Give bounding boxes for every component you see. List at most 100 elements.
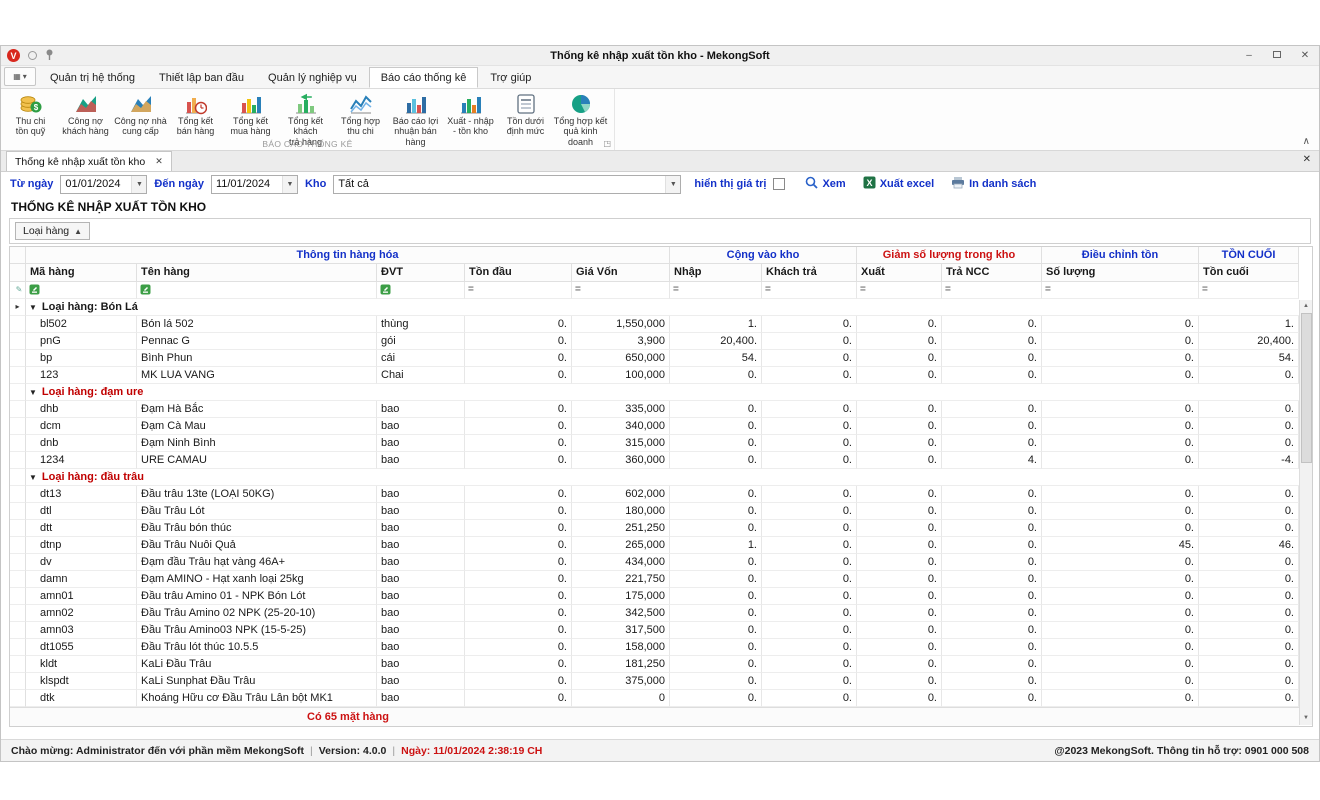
cell[interactable]: 0. <box>942 333 1042 350</box>
cell[interactable]: URE CAMAU <box>137 452 377 469</box>
cell[interactable]: 0. <box>1199 605 1299 622</box>
cell[interactable]: 0. <box>1199 520 1299 537</box>
cell[interactable]: 0. <box>465 503 572 520</box>
document-tab[interactable]: Thống kê nhập xuất tồn kho ✕ <box>6 151 172 171</box>
cell[interactable]: Đầu trâu Amino 01 - NPK Bón Lót <box>137 588 377 605</box>
cell[interactable]: 0. <box>942 571 1042 588</box>
cell[interactable]: 0. <box>857 622 942 639</box>
filter-cell[interactable]: = <box>572 282 670 299</box>
cell[interactable]: 0. <box>762 571 857 588</box>
column-header-cell[interactable]: Giá Vốn <box>572 264 670 282</box>
cell[interactable]: 0. <box>670 452 762 469</box>
cell[interactable]: dv <box>26 554 137 571</box>
cell[interactable]: dt13 <box>26 486 137 503</box>
cell[interactable]: 0. <box>857 639 942 656</box>
cell[interactable]: 0. <box>857 316 942 333</box>
cell[interactable]: 0. <box>465 690 572 707</box>
cell[interactable]: 0. <box>670 367 762 384</box>
cell[interactable]: 0. <box>1042 588 1199 605</box>
cell[interactable]: 123 <box>26 367 137 384</box>
cell[interactable]: 0. <box>942 367 1042 384</box>
scroll-up-icon[interactable]: ▲ <box>1303 300 1309 313</box>
cell[interactable]: 0. <box>857 554 942 571</box>
ribbon-collapse-button[interactable]: ∧ <box>1303 136 1310 147</box>
tabbar-close-button[interactable]: ✕ <box>1303 154 1311 165</box>
collapse-triangle-icon[interactable]: ▼ <box>29 388 37 397</box>
cell[interactable]: 0. <box>465 435 572 452</box>
cell[interactable]: 340,000 <box>572 418 670 435</box>
cell[interactable]: Chai <box>377 367 465 384</box>
cell[interactable]: 0. <box>857 571 942 588</box>
view-button[interactable]: Xem <box>800 176 850 192</box>
cell[interactable]: bao <box>377 554 465 571</box>
cell[interactable]: 175,000 <box>572 588 670 605</box>
table-row[interactable]: dt1055Đầu Trâu lót thúc 10.5.5bao0.158,0… <box>10 639 1299 656</box>
cell[interactable]: 0. <box>942 673 1042 690</box>
cell[interactable]: 46. <box>1199 537 1299 554</box>
cell[interactable]: bl502 <box>26 316 137 333</box>
cell[interactable]: 0. <box>1042 520 1199 537</box>
cell[interactable]: 0. <box>857 503 942 520</box>
cell[interactable]: 0. <box>1199 554 1299 571</box>
cell[interactable]: 0. <box>762 486 857 503</box>
cell[interactable]: MK LUA VANG <box>137 367 377 384</box>
cell[interactable]: 0. <box>762 605 857 622</box>
cell[interactable]: 0. <box>1042 690 1199 707</box>
column-header-cell[interactable]: Trả NCC <box>942 264 1042 282</box>
column-header-cell[interactable]: Mã hàng <box>26 264 137 282</box>
cell[interactable]: 335,000 <box>572 401 670 418</box>
cell[interactable]: 0. <box>1199 435 1299 452</box>
cell[interactable]: 0. <box>857 588 942 605</box>
filter-cell[interactable]: = <box>1042 282 1199 299</box>
cell[interactable]: bao <box>377 605 465 622</box>
cell[interactable]: dtt <box>26 520 137 537</box>
cell[interactable]: Bón lá 502 <box>137 316 377 333</box>
cell[interactable]: 0. <box>1042 435 1199 452</box>
cell[interactable]: Đầu Trâu Nuôi Quả <box>137 537 377 554</box>
print-list-button[interactable]: In danh sách <box>946 176 1041 192</box>
cell[interactable]: 1,550,000 <box>572 316 670 333</box>
cell[interactable]: 0. <box>762 690 857 707</box>
chevron-down-icon[interactable]: ▼ <box>665 176 680 193</box>
cell[interactable]: 0. <box>1042 452 1199 469</box>
cell[interactable]: 0. <box>762 673 857 690</box>
cell[interactable]: 0. <box>857 520 942 537</box>
cell[interactable]: 0. <box>762 435 857 452</box>
cell[interactable]: 0. <box>762 418 857 435</box>
cell[interactable]: Pennac G <box>137 333 377 350</box>
cell[interactable]: bp <box>26 350 137 367</box>
cell[interactable]: 0. <box>465 418 572 435</box>
cell[interactable]: 0. <box>942 690 1042 707</box>
cell[interactable]: 0. <box>670 554 762 571</box>
cell[interactable]: 317,500 <box>572 622 670 639</box>
filter-cell[interactable]: = <box>1199 282 1299 299</box>
cell[interactable]: cái <box>377 350 465 367</box>
column-header-cell[interactable]: Khách trả <box>762 264 857 282</box>
cell[interactable]: bao <box>377 690 465 707</box>
cell[interactable]: 602,000 <box>572 486 670 503</box>
cell[interactable]: 20,400. <box>670 333 762 350</box>
cell[interactable]: 0. <box>670 639 762 656</box>
cell[interactable]: 0. <box>1042 656 1199 673</box>
vertical-scrollbar[interactable]: ▲ ▼ <box>1299 300 1312 725</box>
filter-cell[interactable]: = <box>762 282 857 299</box>
cell[interactable]: bao <box>377 418 465 435</box>
cell[interactable]: 221,750 <box>572 571 670 588</box>
ribbon-tab[interactable]: Trợ giúp <box>478 67 543 88</box>
column-header-cell[interactable]: Tồn cuối <box>1199 264 1299 282</box>
cell[interactable]: thùng <box>377 316 465 333</box>
cell[interactable]: 0. <box>762 537 857 554</box>
table-row[interactable]: 123MK LUA VANGChai0.100,0000.0.0.0.0.0. <box>10 367 1299 384</box>
cell[interactable]: 0. <box>857 401 942 418</box>
cell[interactable]: 434,000 <box>572 554 670 571</box>
cell[interactable]: 0. <box>857 350 942 367</box>
filter-cell[interactable] <box>377 282 465 299</box>
table-row[interactable]: dtkKhoáng Hữu cơ Đầu Trâu Lân bột MK1bao… <box>10 690 1299 707</box>
from-date-combo[interactable]: 01/01/2024 ▼ <box>60 175 147 194</box>
cell[interactable]: 0. <box>465 350 572 367</box>
warehouse-combo[interactable]: Tất cả ▼ <box>333 175 681 194</box>
cell[interactable]: 0. <box>465 554 572 571</box>
filter-cell[interactable]: = <box>465 282 572 299</box>
cell[interactable]: KaLi Sunphat Đầu Trâu <box>137 673 377 690</box>
cell[interactable]: 0. <box>1042 571 1199 588</box>
